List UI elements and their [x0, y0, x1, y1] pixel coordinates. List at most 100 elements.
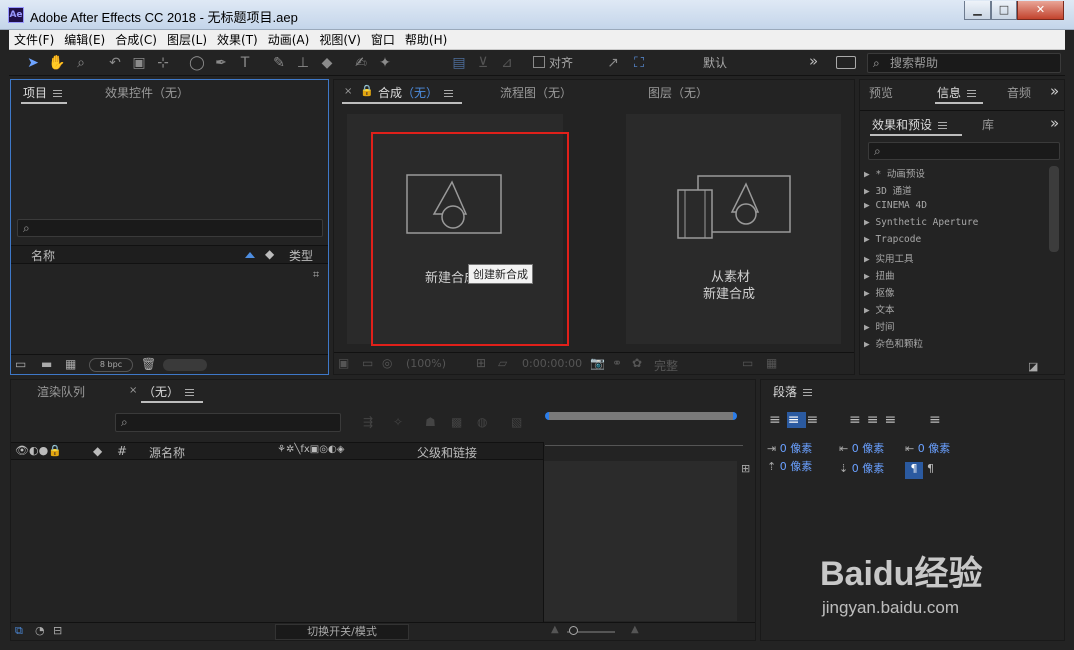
col-source-name[interactable]: 源名称: [149, 444, 185, 461]
workspace-default[interactable]: 默认: [703, 54, 727, 71]
rotate-tool-icon[interactable]: ↶: [105, 53, 125, 73]
zoom-out-icon[interactable]: ▲: [551, 624, 559, 635]
effect-animation-presets[interactable]: ▶ * 动画预设: [864, 166, 925, 180]
mask-icon[interactable]: ◎: [382, 356, 392, 370]
bpc-button[interactable]: 8 bpc: [89, 358, 133, 372]
effects-scrollbar[interactable]: [1049, 166, 1059, 252]
new-folder-icon[interactable]: ▬: [41, 357, 52, 371]
effects-search-input[interactable]: ⌕: [868, 142, 1060, 160]
minimize-button[interactable]: ▁: [964, 1, 991, 20]
panel-menu-icon[interactable]: [185, 389, 195, 396]
panel-menu-icon[interactable]: [967, 90, 977, 97]
show-snapshot-icon[interactable]: ⚭: [612, 356, 622, 370]
tab-preview[interactable]: 预览: [869, 84, 893, 101]
menu-view[interactable]: 视图(V): [314, 30, 366, 50]
justify-all-button[interactable]: ≡: [929, 412, 941, 428]
quality-dropdown[interactable]: 完整: [654, 357, 678, 374]
tab-audio[interactable]: 音频: [1007, 84, 1031, 101]
menu-effect[interactable]: 效果(T): [212, 30, 263, 50]
rtl-direction-button[interactable]: ¶: [927, 462, 934, 475]
eraser-tool-icon[interactable]: ◆: [317, 53, 337, 73]
roi-icon[interactable]: ▭: [742, 356, 753, 370]
col-type[interactable]: 类型: [289, 247, 313, 264]
tab-flowchart[interactable]: 流程图（无）: [500, 84, 572, 101]
col-parent-link[interactable]: 父级和链接: [417, 444, 477, 461]
selection-tool-icon[interactable]: ➤: [23, 53, 43, 73]
lock-icon[interactable]: 🔒: [360, 84, 374, 97]
col-number[interactable]: #: [117, 444, 127, 458]
color-channels-icon[interactable]: ✿: [632, 356, 642, 370]
menu-window[interactable]: 窗口: [366, 30, 400, 50]
tab-composition[interactable]: 合成（无）: [378, 84, 454, 101]
shy-icon[interactable]: ☗: [425, 415, 436, 429]
tab-project[interactable]: 项目: [23, 84, 63, 101]
effect-time[interactable]: ▶ 时间: [864, 319, 894, 333]
layer-switches-icon[interactable]: ⚘✲╲fx▣◎◐◈: [277, 444, 344, 455]
sort-arrow-icon[interactable]: [245, 252, 255, 258]
av-switches-icon[interactable]: 👁◐●🔒: [15, 444, 62, 457]
align-center-button[interactable]: ≡: [786, 412, 807, 428]
roto-brush-tool-icon[interactable]: ✍: [351, 53, 371, 73]
align-buttons-left-group[interactable]: ≡≡≡: [769, 412, 824, 428]
zoom-dropdown[interactable]: (100%): [406, 357, 446, 370]
workspace-more-icon[interactable]: »: [809, 52, 818, 70]
work-area-bar[interactable]: [545, 412, 737, 420]
new-comp-from-footage-button[interactable]: 从素材 新建合成: [626, 114, 841, 344]
justify-buttons-group[interactable]: ≡≡≡: [849, 412, 902, 428]
indent-first-line-field[interactable]: ⇤ 0 像素: [905, 440, 950, 456]
comp-button-icon[interactable]: ⊞: [741, 462, 750, 475]
snap-icon[interactable]: ↗: [603, 53, 623, 73]
puppet-tool-icon[interactable]: ✦: [375, 53, 395, 73]
preview-icon[interactable]: ▣: [338, 356, 349, 370]
in-out-icon[interactable]: ⊟: [53, 624, 62, 637]
grid-icon[interactable]: ⊞: [476, 356, 486, 370]
zoom-tool-icon[interactable]: ⌕: [71, 53, 91, 73]
snap-target-icon[interactable]: ⛶: [629, 53, 649, 73]
menu-edit[interactable]: 编辑(E): [59, 30, 110, 50]
effect-cinema-4d[interactable]: ▶ CINEMA 4D: [864, 200, 927, 211]
effect-text[interactable]: ▶ 文本: [864, 302, 894, 316]
space-after-field[interactable]: ⇣ 0 像素: [839, 460, 884, 476]
snapshot-icon[interactable]: 📷: [590, 356, 605, 370]
menu-composition[interactable]: 合成(C): [110, 30, 162, 50]
effect-distort[interactable]: ▶ 扭曲: [864, 268, 894, 282]
frame-blending-icon[interactable]: ▩: [451, 415, 462, 429]
graph-editor-icon[interactable]: ▧: [511, 415, 522, 429]
panel-menu-icon[interactable]: [53, 90, 63, 97]
tab-layer[interactable]: 图层（无）: [648, 84, 708, 101]
tab-render-queue[interactable]: 渲染队列: [37, 383, 85, 400]
col-name[interactable]: 名称: [31, 247, 55, 264]
ltr-direction-button[interactable]: ¶: [905, 462, 923, 479]
zoom-slider-handle[interactable]: [569, 626, 578, 635]
clone-stamp-tool-icon[interactable]: ⊥: [293, 53, 313, 73]
draft-3d-icon[interactable]: ✧: [393, 415, 403, 429]
display-icon[interactable]: ▭: [362, 356, 373, 370]
axis-world-icon[interactable]: ⊻: [473, 53, 493, 73]
brush-tool-icon[interactable]: ✎: [269, 53, 289, 73]
region-icon[interactable]: ▱: [498, 356, 507, 370]
panel-menu-icon[interactable]: [938, 122, 948, 129]
project-scrollbar[interactable]: [163, 359, 207, 371]
workspace-toggle-icon[interactable]: [836, 56, 856, 69]
shape-tool-icon[interactable]: ◯: [187, 53, 207, 73]
close-tab-icon[interactable]: ×: [344, 86, 352, 97]
tab-timeline-comp[interactable]: （无）: [143, 383, 195, 400]
layer-switches-toggle-icon[interactable]: ⧉: [15, 624, 23, 638]
label-tag-icon[interactable]: ◆: [93, 444, 102, 458]
space-before-field[interactable]: ⇡ 0 像素: [767, 458, 812, 474]
transparency-grid-icon[interactable]: ▦: [766, 356, 777, 370]
tab-effects-presets[interactable]: 效果和预设: [872, 116, 948, 133]
panel-more-icon[interactable]: »: [1050, 82, 1059, 100]
menu-help[interactable]: 帮助(H): [400, 30, 452, 50]
indent-left-field[interactable]: ⇥ 0 像素: [767, 440, 812, 456]
effects-more-icon[interactable]: »: [1050, 114, 1059, 132]
new-preset-icon[interactable]: ◪: [1028, 360, 1038, 373]
effect-utility[interactable]: ▶ 实用工具: [864, 251, 913, 265]
panel-menu-icon[interactable]: [803, 389, 813, 396]
motion-blur-icon[interactable]: ◍: [477, 415, 487, 429]
effect-3d-channel[interactable]: ▶ 3D 通道: [864, 183, 912, 197]
close-button[interactable]: ✕: [1017, 1, 1064, 20]
tab-paragraph[interactable]: 段落: [773, 383, 813, 400]
menu-animation[interactable]: 动画(A): [263, 30, 315, 50]
close-tab-icon[interactable]: ×: [129, 385, 137, 396]
